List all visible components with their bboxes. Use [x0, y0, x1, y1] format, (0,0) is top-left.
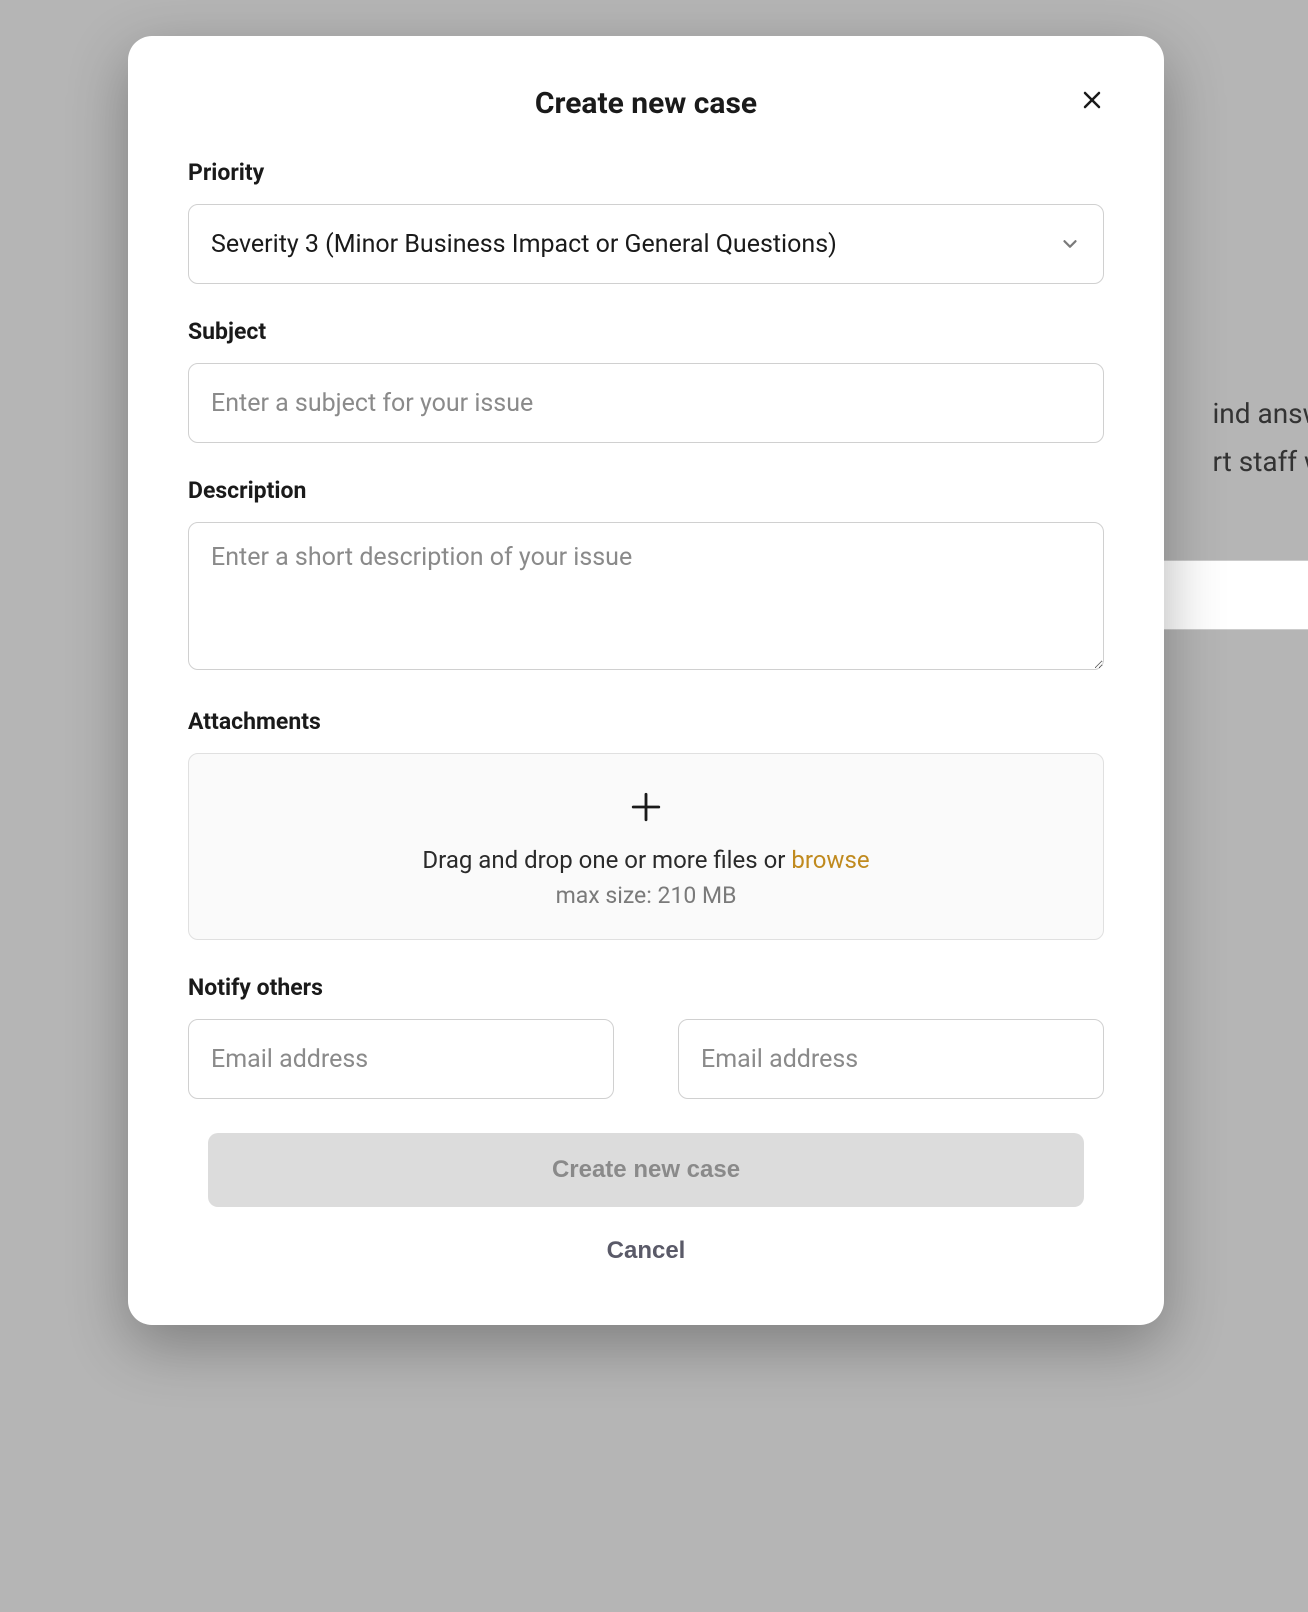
notify-label: Notify others — [188, 974, 1104, 1001]
priority-group: Priority Severity 3 (Minor Business Impa… — [188, 159, 1104, 284]
create-case-modal: Create new case Priority Severity 3 (Min… — [128, 36, 1164, 1325]
plus-icon — [629, 790, 663, 824]
chevron-down-icon — [1059, 233, 1081, 255]
notify-email-input-2[interactable] — [678, 1019, 1104, 1099]
priority-label: Priority — [188, 159, 1104, 186]
notify-group: Notify others — [188, 974, 1104, 1099]
dropzone-text: Drag and drop one or more files or brows… — [209, 846, 1083, 874]
description-textarea[interactable] — [188, 522, 1104, 670]
attachments-label: Attachments — [188, 708, 1104, 735]
dropzone-instruction: Drag and drop one or more files or — [422, 846, 791, 874]
cancel-button[interactable]: Cancel — [607, 1237, 686, 1265]
attachments-dropzone[interactable]: Drag and drop one or more files or brows… — [188, 753, 1104, 940]
subject-input[interactable] — [188, 363, 1104, 443]
browse-link[interactable]: browse — [791, 846, 869, 874]
notify-email-input-1[interactable] — [188, 1019, 614, 1099]
description-label: Description — [188, 477, 1104, 504]
modal-title: Create new case — [188, 86, 1104, 121]
modal-header: Create new case — [188, 86, 1104, 121]
priority-select[interactable]: Severity 3 (Minor Business Impact or Gen… — [188, 204, 1104, 284]
close-button[interactable] — [1074, 82, 1110, 118]
priority-selected-value: Severity 3 (Minor Business Impact or Gen… — [211, 230, 1059, 259]
background-partial-text: ind answer rt staff will — [1212, 390, 1308, 485]
dropzone-max-size: max size: 210 MB — [209, 882, 1083, 909]
create-case-button[interactable]: Create new case — [208, 1133, 1084, 1207]
attachments-group: Attachments Drag and drop one or more fi… — [188, 708, 1104, 940]
subject-label: Subject — [188, 318, 1104, 345]
description-group: Description — [188, 477, 1104, 674]
close-icon — [1080, 88, 1104, 112]
subject-group: Subject — [188, 318, 1104, 443]
notify-email-row — [188, 1019, 1104, 1099]
